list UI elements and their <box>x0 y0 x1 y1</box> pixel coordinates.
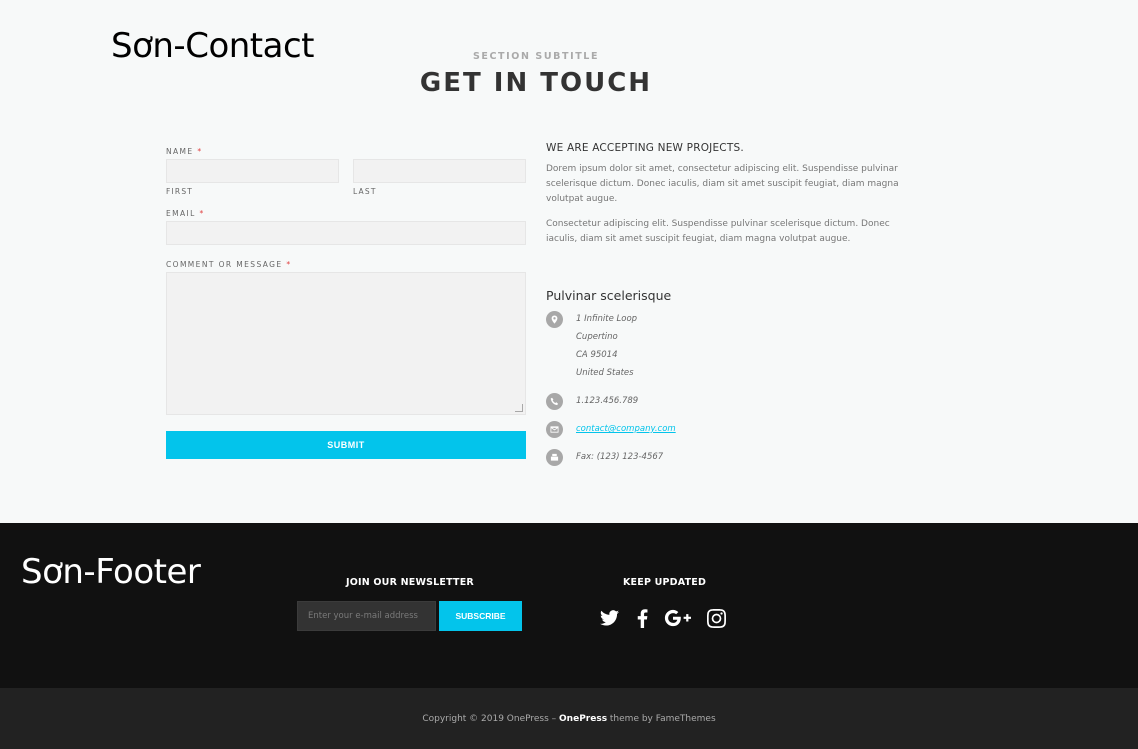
last-name-input[interactable] <box>353 159 526 183</box>
copyright-prefix: Copyright © 2019 OnePress – <box>422 713 560 724</box>
contact-section: Sơn-Contact SECTION SUBTITLE GET IN TOUC… <box>0 0 1138 523</box>
message-label: COMMENT OR MESSAGE * <box>166 260 291 269</box>
message-textarea[interactable] <box>166 272 526 415</box>
info-paragraph-2: Consectetur adipiscing elit. Suspendisse… <box>546 219 890 244</box>
address-line: CA 95014 <box>576 350 618 360</box>
info-heading: WE ARE ACCEPTING NEW PROJECTS. <box>546 142 744 154</box>
name-label: NAME * <box>166 147 203 156</box>
email-label: EMAIL * <box>166 209 205 218</box>
newsletter-heading: JOIN OUR NEWSLETTER <box>346 577 474 588</box>
phone-text: 1.123.456.789 <box>576 396 639 406</box>
required-mark: * <box>199 209 205 218</box>
fax-text: Fax: (123) 123-4567 <box>576 452 664 462</box>
copyright-suffix: theme by FameThemes <box>607 713 716 724</box>
address-line: Cupertino <box>576 332 618 342</box>
section-title: GET IN TOUCH <box>419 68 653 98</box>
address-line: 1 Infinite Loop <box>576 314 638 324</box>
facebook-icon[interactable] <box>631 607 653 629</box>
resize-handle[interactable] <box>515 404 523 412</box>
subscribe-button[interactable]: SUBSCRIBE <box>439 601 522 631</box>
copyright-bar: Copyright © 2019 OnePress – OnePress the… <box>0 688 1138 749</box>
first-name-input[interactable] <box>166 159 339 183</box>
name-label-text: NAME <box>166 147 194 156</box>
email-label-text: EMAIL <box>166 209 196 218</box>
address-line: United States <box>576 368 634 378</box>
address-text: 1 Infinite Loop Cupertino CA 95014 Unite… <box>576 310 637 382</box>
fax-icon <box>546 449 563 466</box>
email-field[interactable] <box>166 221 526 245</box>
footer: Sơn-Footer JOIN OUR NEWSLETTER SUBSCRIBE… <box>0 523 1138 688</box>
fax-row: Fax: (123) 123-4567 <box>546 449 663 466</box>
map-marker-icon <box>546 311 563 328</box>
submit-button[interactable]: SUBMIT <box>166 431 526 459</box>
newsletter-email-input[interactable] <box>297 601 436 631</box>
email-link[interactable]: contact@company.com <box>576 420 676 438</box>
copyright-brand-link[interactable]: OnePress <box>559 714 607 724</box>
email-row: contact@company.com <box>546 421 676 438</box>
phone-row: 1.123.456.789 <box>546 393 638 410</box>
info-paragraph-1: Dorem ipsum dolor sit amet, consectetur … <box>546 164 899 204</box>
google-plus-icon[interactable] <box>664 607 692 629</box>
section-subtitle: SECTION SUBTITLE <box>472 51 600 62</box>
first-sublabel: FIRST <box>166 187 194 196</box>
required-mark: * <box>286 260 292 269</box>
envelope-icon <box>546 421 563 438</box>
phone-icon <box>546 393 563 410</box>
twitter-icon[interactable] <box>598 607 620 629</box>
message-label-text: COMMENT OR MESSAGE <box>166 260 283 269</box>
last-sublabel: LAST <box>353 187 377 196</box>
required-mark: * <box>197 147 203 156</box>
instagram-icon[interactable] <box>705 607 727 629</box>
address-row: 1 Infinite Loop Cupertino CA 95014 Unite… <box>546 311 637 382</box>
contact-info: WE ARE ACCEPTING NEW PROJECTS. Dorem ips… <box>546 142 916 466</box>
social-heading: KEEP UPDATED <box>623 577 707 588</box>
info-subheading: Pulvinar scelerisque <box>546 288 672 303</box>
footer-overlay-label: Sơn-Footer <box>21 552 201 592</box>
